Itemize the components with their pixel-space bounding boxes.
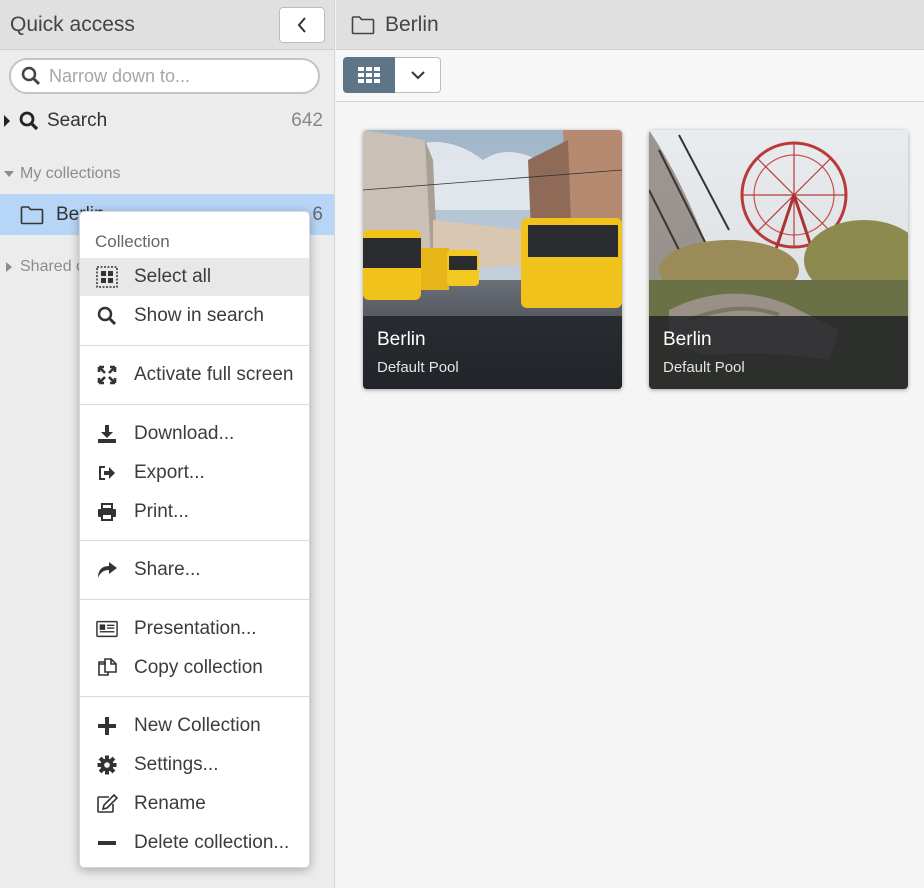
menu-item-download[interactable]: Download... bbox=[80, 415, 309, 453]
card-subtitle: Default Pool bbox=[377, 359, 459, 376]
menu-item-label: Rename bbox=[134, 793, 206, 814]
copy-icon bbox=[96, 657, 118, 679]
chevron-down-icon bbox=[410, 71, 425, 80]
minus-icon bbox=[96, 832, 118, 854]
menu-item-show-in-search[interactable]: Show in search bbox=[80, 297, 309, 335]
menu-divider bbox=[80, 404, 309, 405]
collection-context-menu: Collection Select all Show in search Act… bbox=[79, 211, 310, 868]
expand-arrow-icon bbox=[6, 262, 12, 272]
search-icon bbox=[21, 66, 41, 86]
my-collections-header[interactable]: My collections bbox=[4, 165, 120, 183]
collection-card[interactable]: Berlin Default Pool bbox=[363, 130, 622, 389]
sidebar-header: Quick access bbox=[0, 0, 334, 50]
expand-icon bbox=[96, 364, 118, 386]
menu-divider bbox=[80, 540, 309, 541]
export-icon bbox=[96, 462, 118, 484]
view-toolbar bbox=[336, 50, 924, 102]
download-icon bbox=[96, 423, 118, 445]
menu-item-label: Export... bbox=[134, 462, 205, 483]
menu-item-label: Delete collection... bbox=[134, 832, 290, 853]
card-caption: Berlin Default Pool bbox=[363, 316, 622, 389]
search-icon bbox=[19, 111, 39, 131]
item-count: 642 bbox=[291, 110, 323, 131]
menu-item-new-collection[interactable]: New Collection bbox=[80, 707, 309, 745]
menu-divider bbox=[80, 599, 309, 600]
presentation-icon bbox=[96, 618, 118, 640]
share-icon bbox=[96, 559, 118, 581]
page-title: Berlin bbox=[385, 12, 439, 36]
folder-icon bbox=[20, 205, 44, 224]
menu-item-delete-collection[interactable]: Delete collection... bbox=[80, 824, 309, 862]
menu-divider bbox=[80, 696, 309, 697]
menu-divider bbox=[80, 345, 309, 346]
menu-item-label: Select all bbox=[134, 266, 212, 287]
item-count: 6 bbox=[312, 203, 323, 225]
menu-item-label: Download... bbox=[134, 423, 235, 444]
menu-item-label: Settings... bbox=[134, 754, 219, 775]
menu-item-label: Show in search bbox=[134, 305, 264, 326]
menu-item-presentation[interactable]: Presentation... bbox=[80, 610, 309, 648]
menu-item-label: Presentation... bbox=[134, 618, 257, 639]
gear-icon bbox=[96, 754, 118, 776]
edit-icon bbox=[96, 793, 118, 815]
collapse-sidebar-button[interactable] bbox=[279, 6, 325, 43]
grid-icon bbox=[358, 67, 380, 83]
view-options-dropdown[interactable] bbox=[395, 57, 441, 93]
collection-card[interactable]: Berlin Default Pool bbox=[649, 130, 908, 389]
expand-arrow-icon[interactable] bbox=[4, 115, 10, 127]
grid-view-button[interactable] bbox=[343, 57, 395, 93]
card-subtitle: Default Pool bbox=[663, 359, 745, 376]
plus-icon bbox=[96, 715, 118, 737]
filter-input[interactable] bbox=[49, 65, 299, 87]
section-label: My collections bbox=[20, 165, 121, 182]
select-all-icon bbox=[96, 266, 118, 288]
sidebar-item-search[interactable]: Search 642 bbox=[0, 106, 334, 136]
menu-item-label: Share... bbox=[134, 559, 201, 580]
chevron-left-icon bbox=[297, 16, 306, 33]
main-area: Berlin Berlin Default Pool Berlin Defaul… bbox=[336, 0, 924, 888]
card-caption: Berlin Default Pool bbox=[649, 316, 908, 389]
sidebar-title: Quick access bbox=[10, 12, 135, 36]
menu-item-print[interactable]: Print... bbox=[80, 493, 309, 531]
menu-heading: Collection bbox=[95, 232, 170, 251]
menu-item-rename[interactable]: Rename bbox=[80, 785, 309, 823]
printer-icon bbox=[96, 501, 118, 523]
sidebar-item-label: Search bbox=[47, 110, 108, 131]
menu-item-share[interactable]: Share... bbox=[80, 551, 309, 589]
menu-item-settings[interactable]: Settings... bbox=[80, 746, 309, 784]
main-header: Berlin bbox=[336, 0, 924, 50]
menu-item-copy-collection[interactable]: Copy collection bbox=[80, 649, 309, 687]
card-title: Berlin bbox=[663, 329, 712, 350]
menu-item-select-all[interactable]: Select all bbox=[80, 258, 309, 296]
filter-field[interactable] bbox=[9, 58, 320, 94]
card-title: Berlin bbox=[377, 329, 426, 350]
menu-item-label: Print... bbox=[134, 501, 189, 522]
menu-item-label: Copy collection bbox=[134, 657, 263, 678]
menu-item-label: Activate full screen bbox=[134, 364, 294, 385]
menu-item-export[interactable]: Export... bbox=[80, 454, 309, 492]
menu-item-fullscreen[interactable]: Activate full screen bbox=[80, 356, 309, 394]
search-icon bbox=[96, 305, 118, 327]
folder-icon bbox=[351, 15, 375, 34]
collapse-arrow-icon bbox=[4, 171, 14, 177]
menu-item-label: New Collection bbox=[134, 715, 261, 736]
